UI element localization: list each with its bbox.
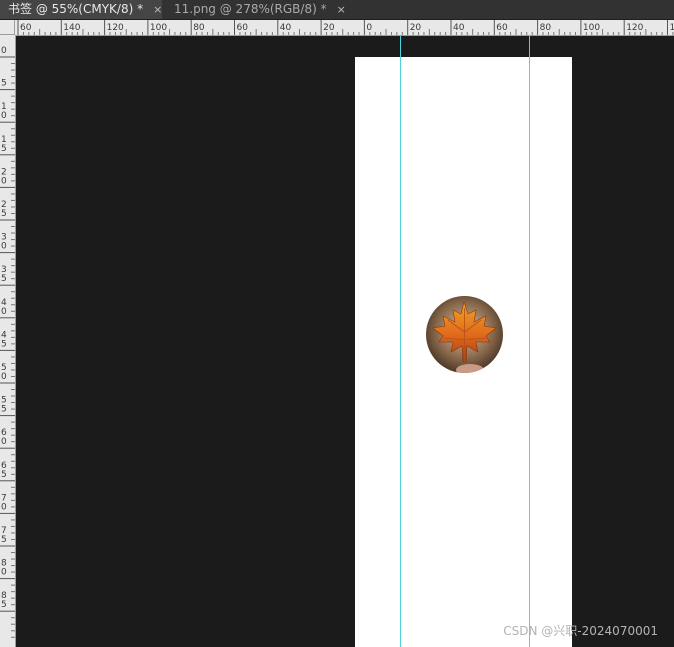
ruler-label: 0 xyxy=(1,307,7,317)
maple-leaf-icon xyxy=(426,296,503,373)
ruler-label: 0 xyxy=(1,176,7,186)
maple-leaf-circle-image[interactable] xyxy=(426,296,503,373)
ruler-label: 60 xyxy=(496,23,508,33)
ruler-label: 80 xyxy=(193,23,205,33)
ruler-label: 5 xyxy=(1,79,7,89)
ruler-origin-corner[interactable] xyxy=(0,20,15,35)
horizontal-ruler-ticks: 60 140 120 100 80 60 40 20 0 20 40 60 80 100 120 140 xyxy=(17,20,674,35)
ruler-label: 5 xyxy=(1,144,7,154)
tab-title: 书签 @ 55%(CMYK/8) * xyxy=(8,2,144,16)
ruler-label: 100 xyxy=(150,23,167,33)
tab-bookmark-document[interactable]: 书签 @ 55%(CMYK/8) * × xyxy=(0,0,162,19)
canvas-workspace[interactable]: CSDN @兴职-2024070001 xyxy=(16,36,674,647)
ruler-label: 140 xyxy=(63,23,80,33)
ruler-label: 140 xyxy=(670,23,674,33)
close-icon[interactable]: × xyxy=(337,3,352,16)
vertical-ruler-ticks: 0510152025303540455055606570758085 xyxy=(0,46,15,638)
ruler-label: 0 xyxy=(1,111,7,121)
ruler-label: 5 xyxy=(1,600,7,610)
vertical-guide-right[interactable] xyxy=(529,36,530,647)
ruler-label: 5 xyxy=(1,405,7,415)
tab-title: 11.png @ 278%(RGB/8) * xyxy=(174,2,327,16)
ruler-label: 0 xyxy=(1,372,7,382)
ruler-label: 5 xyxy=(1,209,7,219)
ruler-label: 0 xyxy=(1,568,7,578)
ruler-label: 60 xyxy=(237,23,249,33)
document-tab-bar: 书签 @ 55%(CMYK/8) * × 11.png @ 278%(RGB/8)… xyxy=(0,0,674,20)
ruler-label: 100 xyxy=(583,23,600,33)
vertical-ruler[interactable]: 0510152025303540455055606570758085 xyxy=(0,35,16,647)
vertical-guide-left[interactable] xyxy=(400,36,401,647)
watermark-text: CSDN @兴职-2024070001 xyxy=(503,624,658,638)
ruler-label: 60 xyxy=(20,23,32,33)
ruler-label: 0 xyxy=(1,242,7,252)
ruler-label: 0 xyxy=(1,502,7,512)
ruler-label: 0 xyxy=(366,23,372,33)
ruler-label: 120 xyxy=(626,23,643,33)
tab-11-png[interactable]: 11.png @ 278%(RGB/8) * × xyxy=(166,0,346,19)
ruler-label: 5 xyxy=(1,339,7,349)
ruler-label: 5 xyxy=(1,274,7,284)
ruler-label: 80 xyxy=(540,23,552,33)
ruler-label: 5 xyxy=(1,470,7,480)
ruler-label: 0 xyxy=(1,437,7,447)
horizontal-ruler[interactable]: 60 140 120 100 80 60 40 20 0 20 40 60 80 100 120 140 xyxy=(15,20,674,36)
ruler-label: 20 xyxy=(323,23,335,33)
ruler-label: 40 xyxy=(280,23,292,33)
ruler-label: 120 xyxy=(107,23,124,33)
ruler-label: 20 xyxy=(410,23,422,33)
ruler-label: 40 xyxy=(453,23,465,33)
ruler-label: 5 xyxy=(1,535,7,545)
ruler-label: 0 xyxy=(1,46,7,56)
